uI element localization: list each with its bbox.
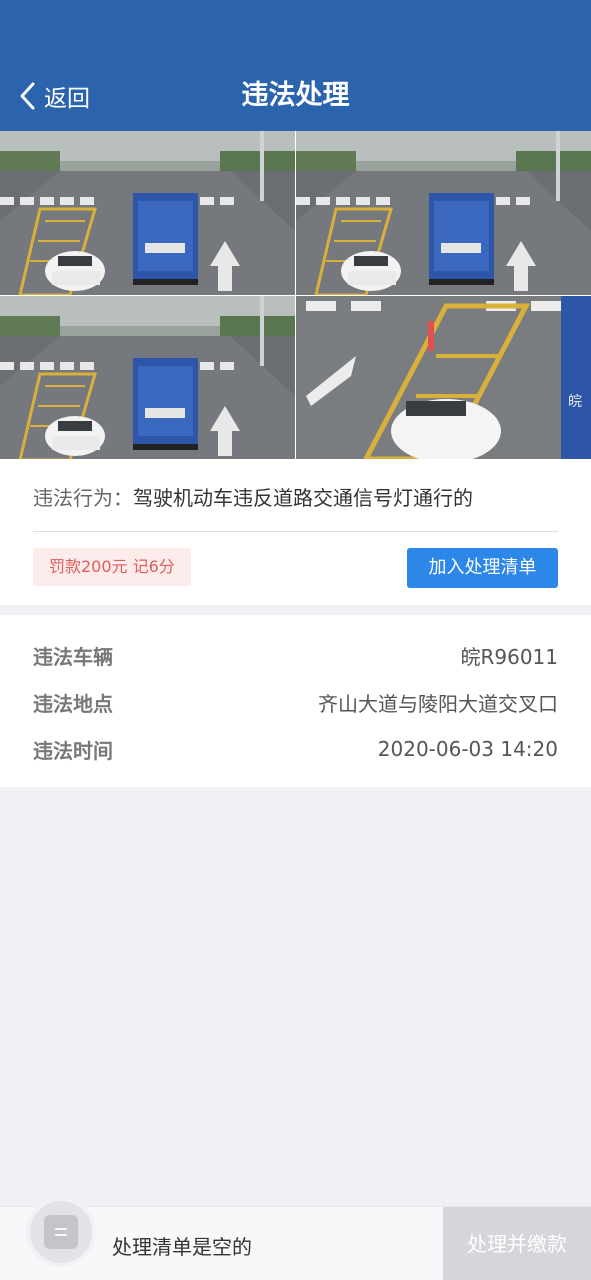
list-button[interactable] bbox=[26, 1197, 96, 1267]
behavior-label: 违法行为： bbox=[33, 486, 133, 510]
detail-row-location: 违法地点 齐山大道与陵阳大道交叉口 bbox=[33, 687, 558, 717]
detail-value: 皖R96011 bbox=[460, 644, 558, 669]
process-and-pay-button[interactable]: 处理并缴款 bbox=[443, 1207, 591, 1280]
violation-card: 违法行为：驾驶机动车违反道路交通信号灯通行的 罚款200元 记6分 加入处理清单 bbox=[0, 459, 591, 605]
behavior-text: 驾驶机动车违反道路交通信号灯通行的 bbox=[133, 486, 473, 510]
violation-details: 违法车辆 皖R96011 违法地点 齐山大道与陵阳大道交叉口 违法时间 2020… bbox=[0, 615, 591, 787]
list-icon bbox=[44, 1215, 78, 1249]
detail-key: 违法时间 bbox=[33, 738, 113, 763]
detail-value: 2020-06-03 14:20 bbox=[377, 737, 558, 761]
penalty-badge: 罚款200元 记6分 bbox=[33, 548, 191, 586]
violation-behavior: 违法行为：驾驶机动车违反道路交通信号灯通行的 bbox=[33, 482, 473, 511]
detail-row-time: 违法时间 2020-06-03 14:20 bbox=[33, 734, 558, 764]
divider bbox=[33, 531, 558, 532]
detail-key: 违法车辆 bbox=[33, 644, 113, 669]
page-title: 违法处理 bbox=[241, 80, 350, 111]
detail-row-vehicle: 违法车辆 皖R96011 bbox=[33, 640, 558, 670]
bottom-bar: 处理清单是空的 处理并缴款 bbox=[0, 1197, 591, 1280]
app-header: 返回 违法处理 bbox=[0, 0, 591, 131]
detail-key: 违法地点 bbox=[33, 691, 113, 716]
violation-photo-grid: 皖 bbox=[0, 131, 591, 459]
add-to-list-button[interactable]: 加入处理清单 bbox=[407, 548, 558, 588]
list-empty-text: 处理清单是空的 bbox=[112, 1235, 252, 1259]
plate-fragment: 皖 bbox=[568, 394, 582, 410]
detail-value: 齐山大道与陵阳大道交叉口 bbox=[318, 691, 558, 716]
